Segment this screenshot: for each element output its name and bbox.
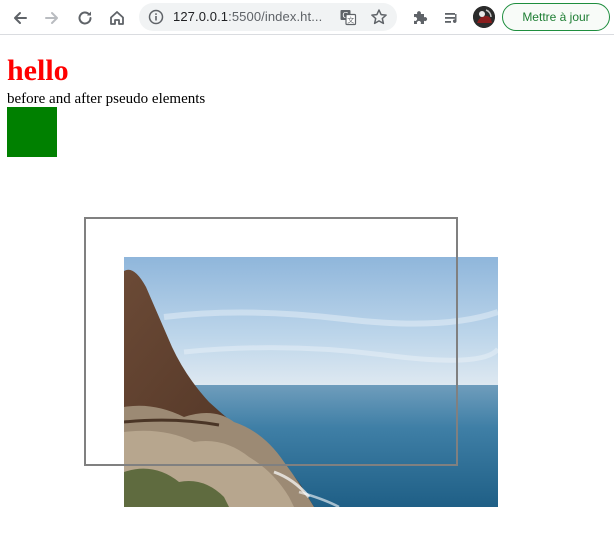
media-queue-icon — [445, 13, 457, 23]
reading-list-button[interactable] — [440, 6, 464, 30]
arrow-left-icon — [14, 12, 27, 24]
avatar[interactable] — [473, 6, 495, 28]
green-square — [7, 107, 57, 157]
puzzle-icon — [414, 11, 428, 24]
update-button-label: Mettre à jour — [522, 10, 590, 24]
page-paragraph: before and after pseudo elements — [7, 91, 206, 107]
url-path: :5500/index.ht... — [228, 9, 323, 24]
browser-toolbar: 127.0.0.1:5500/index.ht... G文 Mettre à j… — [0, 0, 614, 35]
back-button[interactable] — [8, 6, 32, 30]
home-icon — [110, 11, 124, 25]
translate-icon[interactable]: G文 — [339, 8, 357, 31]
forward-button[interactable] — [40, 6, 64, 30]
address-bar[interactable]: 127.0.0.1:5500/index.ht... G文 — [139, 3, 397, 31]
gray-frame — [84, 217, 458, 466]
extensions-button[interactable] — [408, 6, 432, 30]
star-icon[interactable] — [370, 8, 388, 31]
update-button[interactable]: Mettre à jour — [502, 3, 610, 31]
reload-icon — [78, 11, 92, 25]
home-button[interactable] — [105, 6, 129, 30]
arrow-right-icon — [45, 12, 58, 24]
page-content: hello before and after pseudo elements — [0, 36, 614, 552]
page-heading: hello — [7, 54, 69, 87]
url-text[interactable]: 127.0.0.1:5500/index.ht... — [173, 9, 322, 24]
reload-button[interactable] — [73, 6, 97, 30]
url-host: 127.0.0.1 — [173, 9, 229, 24]
info-icon[interactable] — [148, 9, 164, 30]
svg-text:文: 文 — [347, 16, 354, 25]
